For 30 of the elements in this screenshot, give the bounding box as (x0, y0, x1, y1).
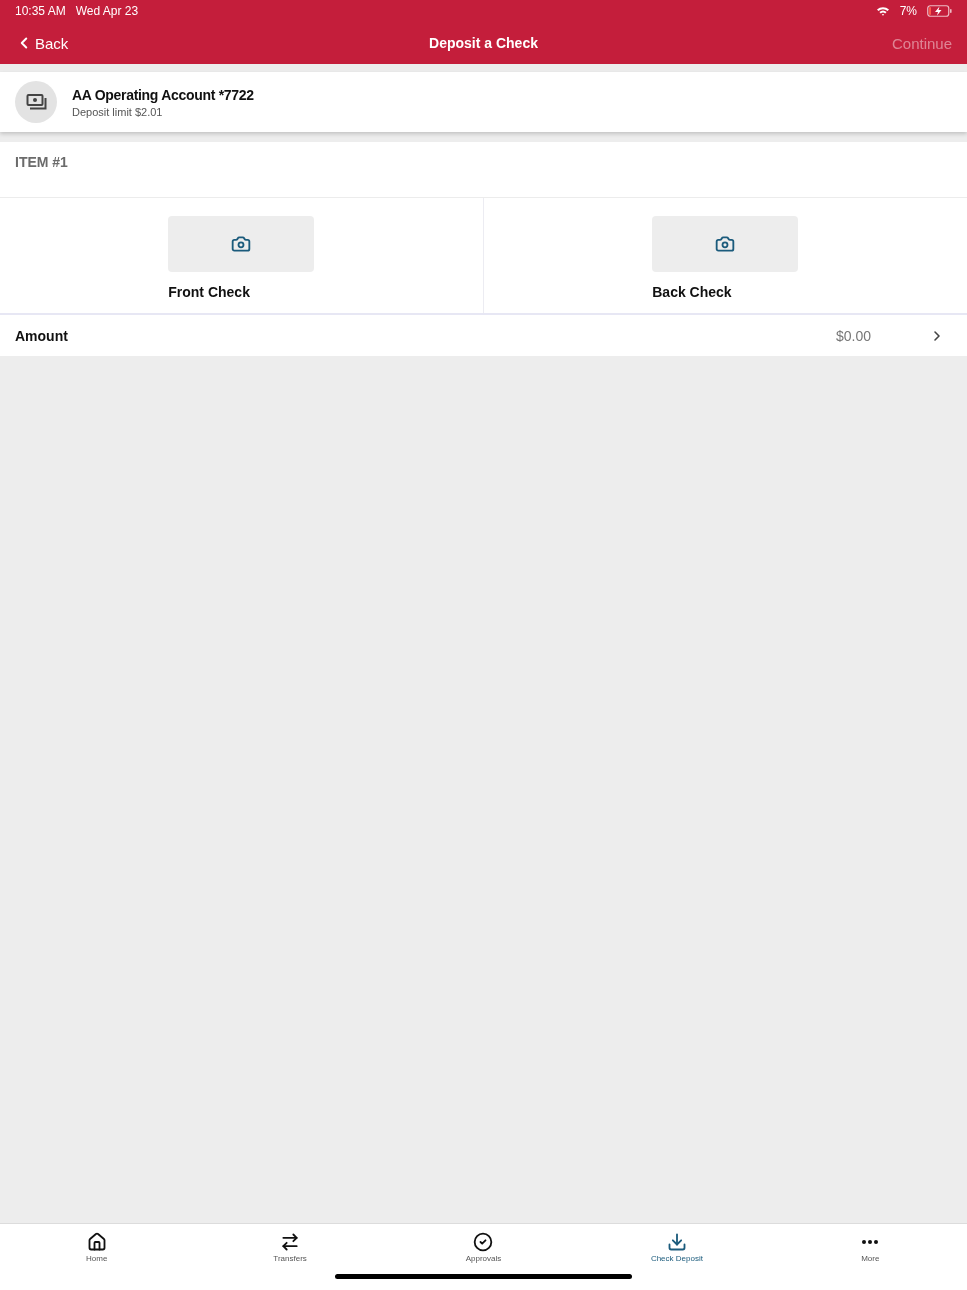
camera-icon (715, 234, 736, 254)
battery-percent: 7% (899, 4, 917, 18)
tab-bar-item[interactable]: Home (0, 1232, 194, 1263)
deposit-limit: Deposit limit $2.01 (72, 105, 164, 118)
camera-button[interactable] (652, 216, 799, 272)
tab-bar-item[interactable]: More (773, 1232, 967, 1263)
capture-label: Back Check (652, 284, 732, 300)
capture-label: Front Check (168, 284, 250, 300)
status-time: 10:35 AM (15, 4, 66, 18)
download-tray-icon (666, 1232, 687, 1252)
battery-charging-icon (927, 5, 952, 17)
account-name: AA Operating Account *7722 (72, 86, 254, 103)
wifi-icon (875, 6, 890, 16)
amount-label: Amount (15, 327, 68, 344)
tab-bar-item[interactable]: Check Deposit (580, 1232, 774, 1263)
tab-bar-item[interactable]: Approvals (386, 1232, 581, 1263)
tab-bar-item[interactable]: Transfers (193, 1232, 387, 1263)
back-button[interactable]: Back (15, 34, 69, 52)
amount-value: $0.00 (835, 327, 871, 344)
camera-button[interactable] (168, 216, 315, 272)
home-icon (86, 1232, 107, 1252)
status-date: Wed Apr 23 (75, 4, 139, 18)
camera-icon (231, 234, 252, 254)
page-title: Deposit a Check (429, 35, 538, 51)
more-icon (862, 1240, 879, 1244)
item-heading: ITEM #1 (15, 154, 68, 170)
account-card[interactable]: AA Operating Account *7722 Deposit limit $2.01 (0, 72, 967, 132)
cash-icon (15, 81, 57, 123)
amount-row[interactable]: Amount $0.00 (0, 313, 967, 356)
check-circle-icon (473, 1232, 494, 1252)
